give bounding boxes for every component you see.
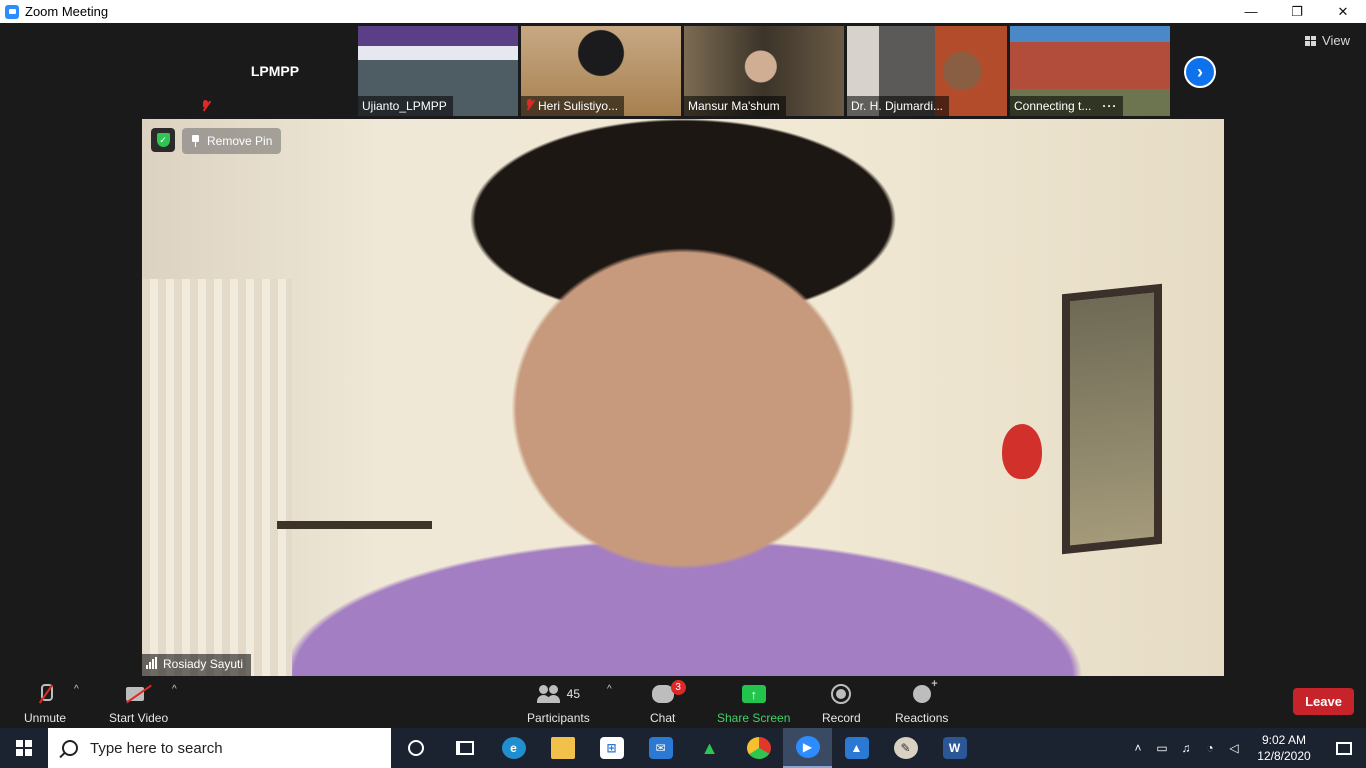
grid-view-icon bbox=[1305, 35, 1317, 46]
mic-off-icon bbox=[38, 684, 54, 704]
gallery-strip: LPMPP Ujianto_LPMPP Heri Sulistiyo... Ma… bbox=[195, 26, 1170, 116]
participant-name: Ujianto_LPMPP bbox=[362, 99, 447, 113]
participant-name: Mansur Ma'shum bbox=[688, 99, 780, 113]
speaker-name: Rosiady Sayuti bbox=[163, 657, 244, 671]
word-icon[interactable]: W bbox=[930, 728, 979, 768]
reactions-button[interactable]: Reactions bbox=[895, 678, 948, 725]
battery-icon[interactable]: ▭ bbox=[1150, 741, 1174, 755]
green-app-icon[interactable]: ▲ bbox=[685, 728, 734, 768]
show-hidden-icons[interactable]: ˄ bbox=[1126, 741, 1150, 755]
search-icon bbox=[62, 740, 78, 756]
store-icon[interactable]: ⊞ bbox=[587, 728, 636, 768]
encryption-shield-icon[interactable]: ✓ bbox=[151, 128, 175, 152]
start-button[interactable] bbox=[0, 728, 48, 768]
reactions-icon bbox=[912, 678, 938, 703]
video-off-icon bbox=[125, 685, 152, 703]
share-screen-icon: ↑ bbox=[741, 685, 766, 703]
muted-mic-icon bbox=[525, 99, 535, 111]
next-page-button[interactable]: › bbox=[1184, 56, 1216, 88]
muted-mic-icon bbox=[201, 100, 211, 112]
chrome-icon[interactable] bbox=[734, 728, 783, 768]
participant-tile[interactable]: Dr. H. Djumardi... bbox=[847, 26, 1007, 116]
edge-icon[interactable]: e bbox=[489, 728, 538, 768]
view-label: View bbox=[1322, 33, 1350, 48]
participants-button[interactable]: 45 Participants bbox=[527, 679, 590, 725]
system-tray: ˄ ▭ ♫ ◔ ◁ 9:02 AM 12/8/2020 bbox=[1126, 728, 1366, 768]
speaker-name-tag: Rosiady Sayuti bbox=[142, 654, 252, 676]
search-placeholder: Type here to search bbox=[90, 739, 223, 757]
participants-count: 45 bbox=[566, 687, 581, 701]
windows-taskbar: Type here to search e ⊞ ✉ ▲ ▶ ▲ ✎ W ˄ ▭ … bbox=[0, 728, 1366, 768]
photos-icon[interactable]: ▲ bbox=[832, 728, 881, 768]
view-button[interactable]: View bbox=[1305, 33, 1350, 48]
task-view-icon[interactable] bbox=[440, 728, 489, 768]
wifi-icon[interactable]: ◔ bbox=[1198, 741, 1222, 755]
close-button[interactable]: ✕ bbox=[1320, 0, 1366, 23]
video-options-caret[interactable]: ^ bbox=[172, 684, 177, 695]
taskbar-search-box[interactable]: Type here to search bbox=[48, 728, 391, 768]
participant-tile-lpmpp[interactable]: LPMPP bbox=[195, 26, 355, 116]
participant-tile[interactable]: Mansur Ma'shum bbox=[684, 26, 844, 116]
chat-button[interactable]: 3 Chat bbox=[650, 679, 686, 725]
microphone-icon[interactable]: ♫ bbox=[1174, 741, 1198, 755]
record-button[interactable]: Record bbox=[822, 679, 861, 725]
participant-name: Heri Sulistiyo... bbox=[538, 99, 619, 113]
paint-icon[interactable]: ✎ bbox=[881, 728, 930, 768]
volume-icon[interactable]: ◁ bbox=[1222, 741, 1246, 755]
video-background-shelf bbox=[277, 521, 432, 529]
meeting-toolbar: Unmute ^ Start Video ^ 45 Participants ^… bbox=[0, 676, 1366, 728]
cortana-icon[interactable] bbox=[391, 728, 440, 768]
audio-options-caret[interactable]: ^ bbox=[74, 684, 79, 695]
window-title: Zoom Meeting bbox=[25, 4, 109, 19]
participants-icon bbox=[536, 685, 561, 703]
chat-unread-badge: 3 bbox=[670, 680, 686, 695]
start-video-button[interactable]: Start Video bbox=[109, 679, 168, 725]
notification-center-icon[interactable] bbox=[1322, 728, 1366, 768]
participant-name: LPMPP bbox=[250, 63, 300, 79]
video-background-picture-frame bbox=[1062, 283, 1162, 555]
clock-time: 9:02 AM bbox=[1261, 733, 1307, 747]
participant-name: Dr. H. Djumardi... bbox=[851, 99, 944, 113]
meeting-area: LPMPP Ujianto_LPMPP Heri Sulistiyo... Ma… bbox=[0, 23, 1366, 676]
chat-icon: 3 bbox=[651, 680, 686, 703]
remove-pin-button[interactable]: Remove Pin bbox=[182, 128, 282, 154]
minimize-button[interactable]: — bbox=[1228, 0, 1274, 23]
zoom-icon[interactable]: ▶ bbox=[783, 728, 832, 768]
mail-icon[interactable]: ✉ bbox=[636, 728, 685, 768]
participant-tile[interactable]: Ujianto_LPMPP bbox=[358, 26, 518, 116]
share-screen-button[interactable]: ↑ Share Screen bbox=[717, 679, 790, 725]
unmute-button[interactable]: Unmute bbox=[24, 679, 66, 725]
participants-options-caret[interactable]: ^ bbox=[607, 684, 612, 695]
record-icon bbox=[831, 684, 852, 704]
video-background-curtain bbox=[142, 279, 292, 676]
main-speaker-video: ✓ Remove Pin Rosiady Sayuti bbox=[142, 119, 1224, 676]
signal-strength-icon bbox=[146, 657, 157, 669]
pin-icon bbox=[191, 135, 200, 147]
remove-pin-label: Remove Pin bbox=[207, 134, 273, 148]
leave-button[interactable]: Leave bbox=[1293, 688, 1354, 715]
zoom-app-icon bbox=[5, 4, 19, 19]
restore-button[interactable]: ❐ bbox=[1274, 0, 1320, 23]
participant-tile[interactable]: Connecting t... ··· bbox=[1010, 26, 1170, 116]
windows-logo-icon bbox=[16, 740, 32, 756]
window-title-bar: Zoom Meeting — ❐ ✕ bbox=[0, 0, 1366, 23]
participant-name: Connecting t... bbox=[1014, 99, 1092, 113]
more-options-icon[interactable]: ··· bbox=[1102, 99, 1117, 113]
video-background-balloon bbox=[1002, 424, 1042, 479]
clock-date: 12/8/2020 bbox=[1257, 749, 1311, 763]
taskbar-clock[interactable]: 9:02 AM 12/8/2020 bbox=[1246, 732, 1322, 764]
participant-tile[interactable]: Heri Sulistiyo... bbox=[521, 26, 681, 116]
file-explorer-icon[interactable] bbox=[538, 728, 587, 768]
